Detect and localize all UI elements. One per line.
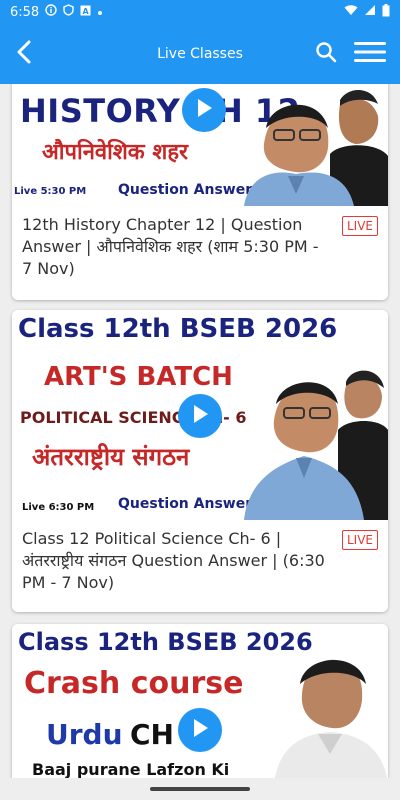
thumb-lesson: Baaj purane Lafzon Ki: [32, 760, 230, 778]
back-button[interactable]: [0, 24, 48, 84]
svg-text:A: A: [83, 7, 90, 16]
thumb-subject: Urdu: [46, 718, 123, 751]
thumb-course: Crash course: [24, 666, 244, 701]
teacher-photo: [244, 360, 388, 520]
thumb-chapter: अंतरराष्ट्रीय संगठन: [32, 443, 190, 471]
info-icon: [45, 4, 57, 20]
class-caption[interactable]: 12th History Chapter 12 | Question Answe…: [12, 206, 388, 300]
class-card[interactable]: Class 12th BSEB 2026 ART'S BATCH POLITIC…: [12, 310, 388, 612]
class-card[interactable]: Class 12th BSEB 2026 Crash course Urdu C…: [12, 624, 388, 778]
a-icon: A: [80, 5, 91, 20]
class-thumbnail[interactable]: HISTORY CH 12 औपनिवेशिक शहर Live 5:30 PM…: [12, 84, 388, 206]
search-button[interactable]: [310, 38, 342, 70]
menu-button[interactable]: [350, 38, 390, 70]
play-button[interactable]: [182, 88, 226, 132]
search-icon: [315, 41, 337, 67]
thumb-subtitle: औपनिवेशिक शहर: [42, 140, 188, 165]
wifi-icon: [344, 4, 358, 20]
class-thumbnail[interactable]: Class 12th BSEB 2026 ART'S BATCH POLITIC…: [12, 310, 388, 520]
thumb-qa: Question Answer: [118, 496, 253, 512]
thumb-title: Class 12th BSEB 2026: [18, 314, 338, 344]
class-thumbnail[interactable]: Class 12th BSEB 2026 Crash course Urdu C…: [12, 624, 388, 778]
play-icon: [195, 98, 213, 122]
live-badge: LIVE: [341, 530, 378, 550]
class-card[interactable]: HISTORY CH 12 औपनिवेशिक शहर Live 5:30 PM…: [12, 84, 388, 300]
home-indicator[interactable]: [150, 787, 250, 791]
gesture-nav-bar: [0, 778, 400, 800]
play-icon: [191, 404, 209, 428]
teacher-photo: [244, 84, 388, 206]
thumb-qa: Question Answer: [118, 182, 253, 198]
live-classes-list[interactable]: HISTORY CH 12 औपनिवेशिक शहर Live 5:30 PM…: [0, 84, 400, 778]
teacher-photo: [274, 654, 388, 778]
battery-icon: [382, 3, 390, 21]
play-icon: [191, 718, 209, 742]
signal-icon: [364, 4, 376, 20]
class-title: 12th History Chapter 12 | Question Answe…: [22, 215, 319, 278]
status-time: 6:58: [10, 4, 40, 20]
dot-icon: [97, 5, 103, 20]
menu-icon: [354, 41, 386, 67]
play-button[interactable]: [178, 394, 222, 438]
class-caption[interactable]: Class 12 Political Science Ch- 6 | अंतरर…: [12, 520, 388, 612]
thumb-batch: ART'S BATCH: [44, 362, 233, 392]
thumb-title: Class 12th BSEB 2026: [18, 628, 313, 656]
class-title: Class 12 Political Science Ch- 6 | अंतरर…: [22, 529, 325, 592]
play-button[interactable]: [178, 708, 222, 752]
status-bar: 6:58 A: [0, 0, 400, 24]
app-bar: Live Classes: [0, 24, 400, 84]
back-arrow-icon: [13, 40, 35, 68]
live-badge: LIVE: [341, 216, 378, 236]
shield-icon: [63, 4, 74, 20]
thumb-live-time: Live 6:30 PM: [22, 502, 95, 513]
thumb-live-time: Live 5:30 PM: [14, 186, 87, 197]
